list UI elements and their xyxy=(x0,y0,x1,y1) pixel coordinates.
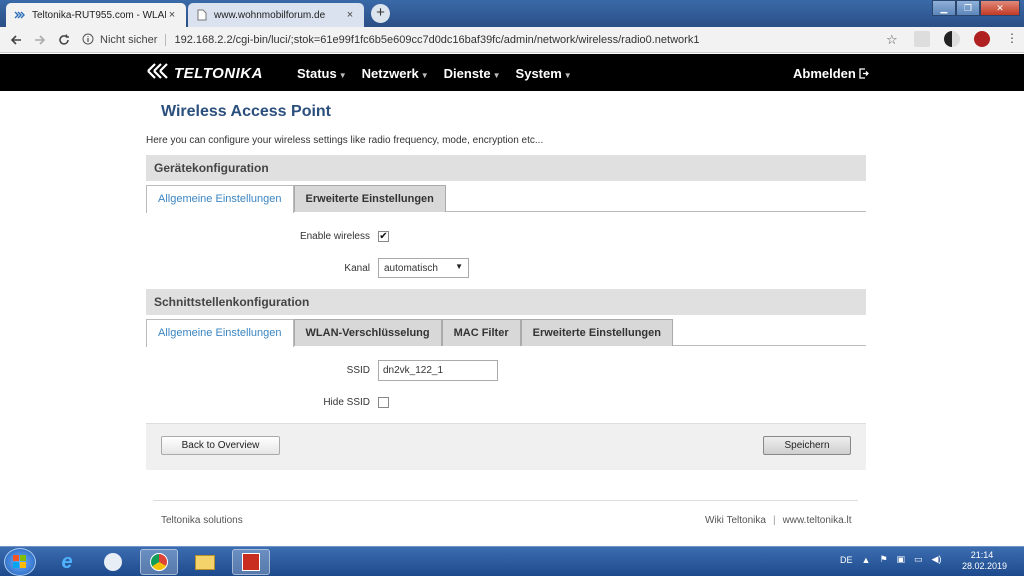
taskbar-clock[interactable]: 21:14 28.02.2019 xyxy=(962,550,1008,572)
bookmark-star-icon[interactable]: ☆ xyxy=(886,32,898,48)
internet-explorer-icon[interactable]: e xyxy=(48,549,86,575)
save-button[interactable]: Speichern xyxy=(763,436,851,455)
enable-wireless-label: Enable wireless xyxy=(299,231,370,242)
website-link[interactable]: www.teltonika.lt xyxy=(783,515,852,526)
caret-down-icon: ▼ xyxy=(563,71,572,80)
caret-down-icon: ▼ xyxy=(492,71,501,80)
tab-device-advanced[interactable]: Erweiterte Einstellungen xyxy=(293,185,446,212)
language-indicator[interactable]: DE xyxy=(840,555,853,565)
teltonika-logo[interactable]: TELTONIKA xyxy=(146,62,263,84)
page-title: Wireless Access Point xyxy=(161,103,332,120)
reload-icon[interactable] xyxy=(52,29,76,51)
footer-company: Teltonika solutions xyxy=(161,515,243,526)
device-config-header: Gerätekonfiguration xyxy=(146,155,866,181)
main-nav: Status ▼ Netzwerk ▼ Dienste ▼ System ▼ xyxy=(297,66,587,81)
info-icon[interactable] xyxy=(82,33,94,48)
logout-link[interactable]: Abmelden xyxy=(793,66,870,81)
ssid-label: SSID xyxy=(346,365,370,376)
logo-text: TELTONIKA xyxy=(174,64,263,82)
clock-time: 21:14 xyxy=(970,550,994,560)
back-to-overview-button[interactable]: Back to Overview xyxy=(161,436,280,455)
footer-links: Wiki Teltonika | www.teltonika.lt xyxy=(705,515,851,526)
file-explorer-icon[interactable] xyxy=(186,549,224,575)
nav-dienste[interactable]: Dienste ▼ xyxy=(444,66,501,81)
page-favicon-icon xyxy=(196,9,208,21)
maximize-button[interactable]: ❐ xyxy=(956,0,980,16)
tab-interface-general[interactable]: Allgemeine Einstellungen xyxy=(146,319,294,347)
teltonika-favicon-icon xyxy=(14,9,26,21)
channel-select[interactable]: automatisch ▼ xyxy=(378,258,469,278)
flag-icon[interactable]: ⚑ xyxy=(879,554,887,565)
nav-system[interactable]: System ▼ xyxy=(516,66,572,81)
device-config-tabs: Allgemeine Einstellungen Erweiterte Eins… xyxy=(146,185,866,213)
hide-ssid-checkbox[interactable] xyxy=(378,397,389,408)
logout-label: Abmelden xyxy=(793,66,856,81)
nav-label: Netzwerk xyxy=(361,66,419,81)
profile-avatar[interactable] xyxy=(974,31,990,47)
browser-tab-wohnmobilforum[interactable]: www.wohnmobilforum.de × xyxy=(188,3,364,27)
interface-config-header: Schnittstellenkonfiguration xyxy=(146,289,866,315)
nav-label: Dienste xyxy=(443,66,491,81)
forward-arrow-icon[interactable] xyxy=(28,29,52,51)
dropdown-arrow-icon: ▼ xyxy=(455,262,463,271)
close-window-button[interactable]: ✕ xyxy=(980,0,1020,16)
tab-wlan-encryption[interactable]: WLAN-Verschlüsselung xyxy=(293,319,442,346)
interface-config-tabs: Allgemeine Einstellungen WLAN-Verschlüss… xyxy=(146,319,866,347)
tab-interface-advanced[interactable]: Erweiterte Einstellungen xyxy=(520,319,673,346)
tab-close-icon[interactable]: × xyxy=(166,9,178,21)
windows-logo-icon xyxy=(13,555,26,568)
hide-ssid-label: Hide SSID xyxy=(323,397,370,408)
window-controls: ▁ ❐ ✕ xyxy=(932,0,1020,16)
footer-separator: | xyxy=(772,515,776,526)
browser-tab-teltonika[interactable]: Teltonika-RUT955.com - WLAN - × xyxy=(6,3,186,27)
network-icon[interactable]: ▣ xyxy=(897,554,906,565)
tray-expand-icon[interactable]: ▲ xyxy=(862,555,871,565)
logo-chevron-icon xyxy=(146,62,172,84)
extension-icon[interactable] xyxy=(914,31,930,47)
tab-close-icon[interactable]: × xyxy=(344,9,356,21)
outlook-icon[interactable] xyxy=(94,549,132,575)
nav-label: Status xyxy=(297,66,337,81)
insecure-label: Nicht sicher xyxy=(100,34,167,46)
ssid-input[interactable]: dn2vk_122_1 xyxy=(378,360,498,381)
channel-value: automatisch xyxy=(384,263,438,274)
start-button[interactable] xyxy=(4,548,36,576)
enable-wireless-checkbox[interactable]: ✔ xyxy=(378,231,389,242)
caret-down-icon: ▼ xyxy=(420,71,429,80)
url-text[interactable]: 192.168.2.2/cgi-bin/luci/;stok=61e99f1fc… xyxy=(174,34,699,46)
tab-title: Teltonika-RUT955.com - WLAN - xyxy=(32,9,166,21)
clock-date: 28.02.2019 xyxy=(962,561,1008,571)
tab-title: www.wohnmobilforum.de xyxy=(214,9,326,21)
nav-label: System xyxy=(515,66,562,81)
browser-toolbar: Nicht sicher 192.168.2.2/cgi-bin/luci/;s… xyxy=(0,27,1024,53)
logout-icon xyxy=(859,68,870,79)
wiki-link[interactable]: Wiki Teltonika xyxy=(705,515,766,526)
channel-label: Kanal xyxy=(344,263,370,274)
extension-icons: ⋮ xyxy=(914,31,1024,47)
menu-icon[interactable]: ⋮ xyxy=(1004,31,1020,47)
back-arrow-icon[interactable] xyxy=(4,29,28,51)
caret-down-icon: ▼ xyxy=(338,71,347,80)
app-icon[interactable] xyxy=(232,549,270,575)
extension-icon[interactable] xyxy=(944,31,960,47)
system-tray: DE ▲ ⚑ ▣ ▭ ◀) xyxy=(840,554,950,565)
router-header: TELTONIKA Status ▼ Netzwerk ▼ Dienste ▼ Sys… xyxy=(0,54,1024,91)
page-description: Here you can configure your wireless set… xyxy=(146,135,544,146)
browser-tab-strip: Teltonika-RUT955.com - WLAN - × www.wohn… xyxy=(0,0,1024,27)
battery-icon[interactable]: ▭ xyxy=(914,554,923,565)
minimize-button[interactable]: ▁ xyxy=(932,0,956,16)
footer-divider xyxy=(153,500,858,501)
new-tab-button[interactable]: + xyxy=(371,4,390,23)
chrome-icon[interactable] xyxy=(140,549,178,575)
nav-netzwerk[interactable]: Netzwerk ▼ xyxy=(362,66,429,81)
tab-mac-filter[interactable]: MAC Filter xyxy=(441,319,521,346)
volume-icon[interactable]: ◀) xyxy=(932,554,942,565)
address-bar[interactable]: Nicht sicher 192.168.2.2/cgi-bin/luci/;s… xyxy=(82,30,912,50)
nav-status[interactable]: Status ▼ xyxy=(297,66,347,81)
tab-device-general[interactable]: Allgemeine Einstellungen xyxy=(146,185,294,213)
windows-taskbar: e DE ▲ ⚑ ▣ ▭ ◀) 21:14 28.02.2019 xyxy=(0,546,1024,576)
